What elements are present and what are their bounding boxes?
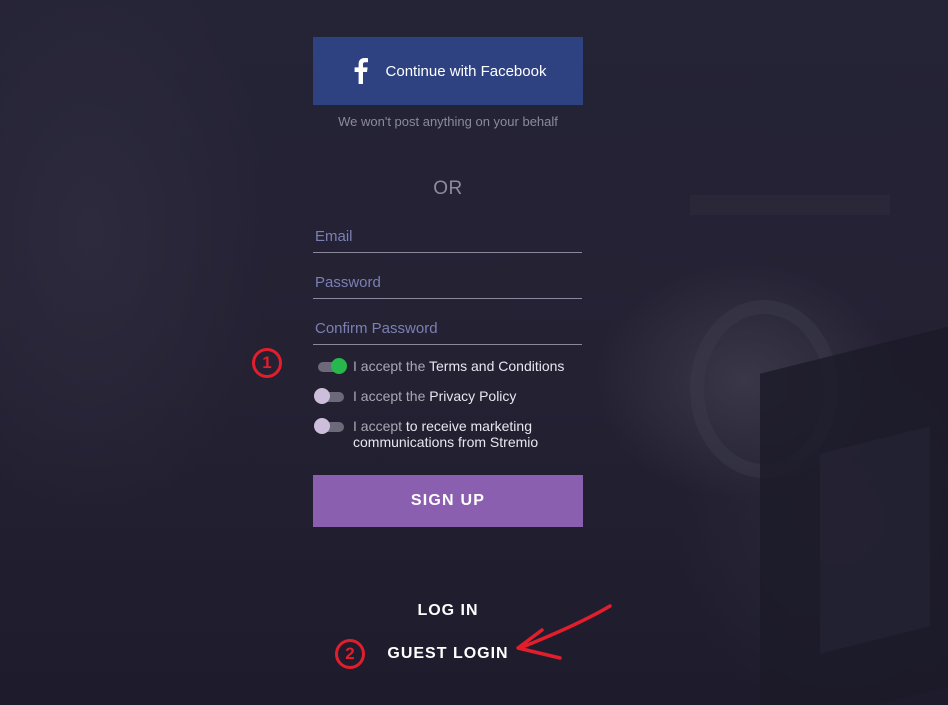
confirm-password-input[interactable]	[313, 312, 582, 344]
annotation-marker-2: 2	[335, 639, 365, 669]
toggle-knob	[331, 358, 347, 374]
consent-prefix: I accept the	[353, 358, 430, 374]
password-input[interactable]	[313, 266, 582, 298]
or-divider: OR	[433, 178, 463, 199]
email-input[interactable]	[313, 220, 582, 252]
privacy-consent-text: I accept the Privacy Policy	[353, 388, 516, 404]
marketing-consent-text: I accept to receive marketing communicat…	[353, 418, 553, 450]
privacy-toggle[interactable]	[314, 388, 344, 404]
toggle-knob	[314, 388, 330, 404]
privacy-consent-row: I accept the Privacy Policy	[313, 388, 516, 404]
terms-consent-text: I accept the Terms and Conditions	[353, 358, 564, 374]
confirm-password-field-wrapper	[313, 312, 582, 345]
email-field-wrapper	[313, 220, 582, 253]
continue-with-facebook-button[interactable]: Continue with Facebook	[313, 37, 583, 105]
annotation-marker-1: 1	[252, 348, 282, 378]
consent-prefix: I accept	[353, 418, 406, 434]
marketing-toggle[interactable]	[314, 418, 344, 434]
background-laptop-screen	[820, 426, 930, 654]
terms-link[interactable]: Terms and Conditions	[429, 358, 564, 374]
annotation-arrow	[516, 604, 612, 660]
sign-up-button[interactable]: SIGN UP	[313, 475, 583, 527]
background-photo	[0, 0, 948, 705]
password-field-wrapper	[313, 266, 582, 299]
facebook-f-icon	[350, 57, 372, 85]
marketing-consent-row: I accept to receive marketing communicat…	[313, 418, 553, 450]
privacy-link[interactable]: Privacy Policy	[429, 388, 516, 404]
terms-toggle[interactable]	[318, 358, 347, 374]
consent-prefix: I accept the	[353, 388, 430, 404]
facebook-disclaimer: We won't post anything on your behalf	[338, 114, 558, 129]
facebook-button-label: Continue with Facebook	[385, 62, 547, 80]
background-shelf	[690, 195, 890, 215]
toggle-knob	[314, 418, 330, 434]
terms-consent-row: I accept the Terms and Conditions	[313, 358, 564, 374]
